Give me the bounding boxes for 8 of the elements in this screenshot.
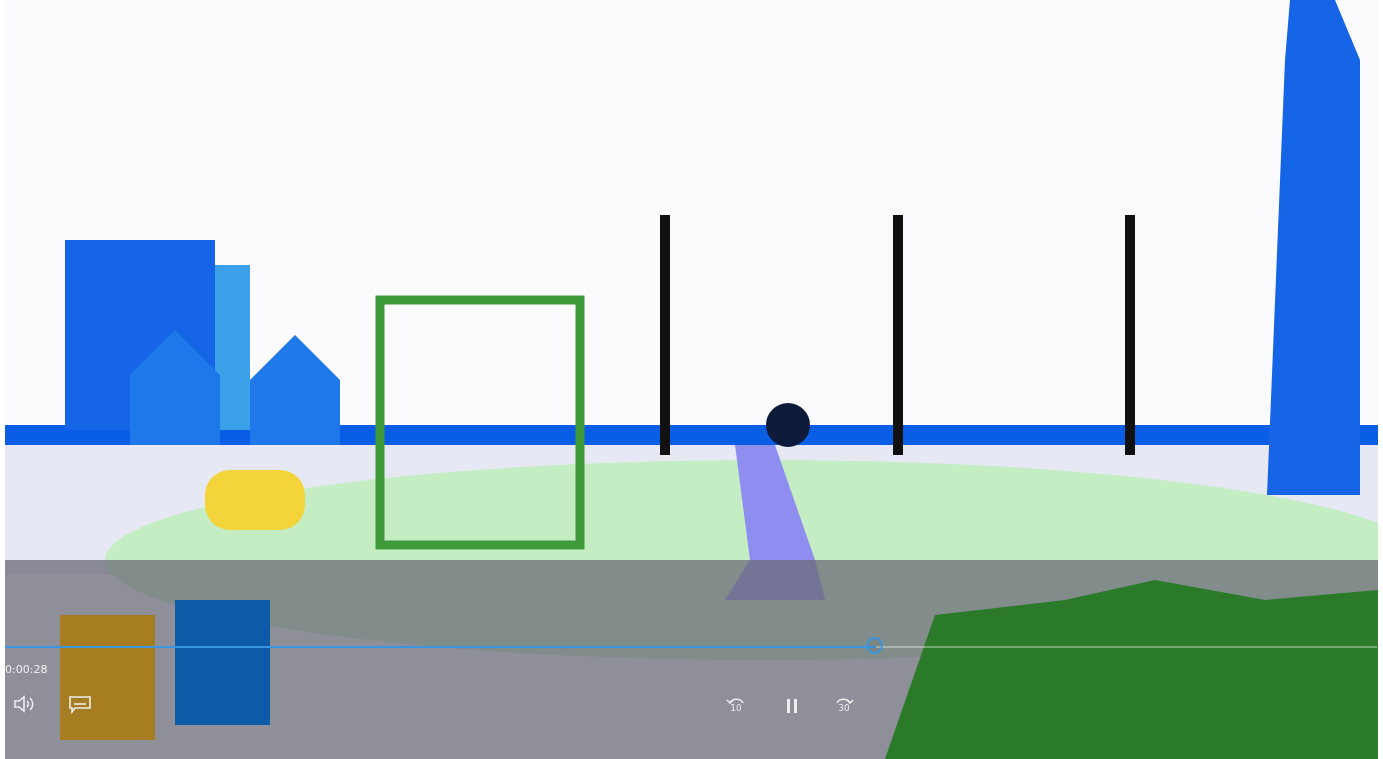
elapsed-time: 0:00:28 xyxy=(5,663,48,676)
skip-back-button[interactable]: 10 xyxy=(724,693,748,715)
forward-arrow-icon xyxy=(834,695,854,704)
captions-icon[interactable] xyxy=(67,694,93,716)
progress-handle[interactable] xyxy=(866,637,884,654)
rewind-arrow-icon xyxy=(726,695,746,704)
skip-forward-button[interactable]: 30 xyxy=(832,693,856,715)
pause-icon xyxy=(784,697,800,715)
